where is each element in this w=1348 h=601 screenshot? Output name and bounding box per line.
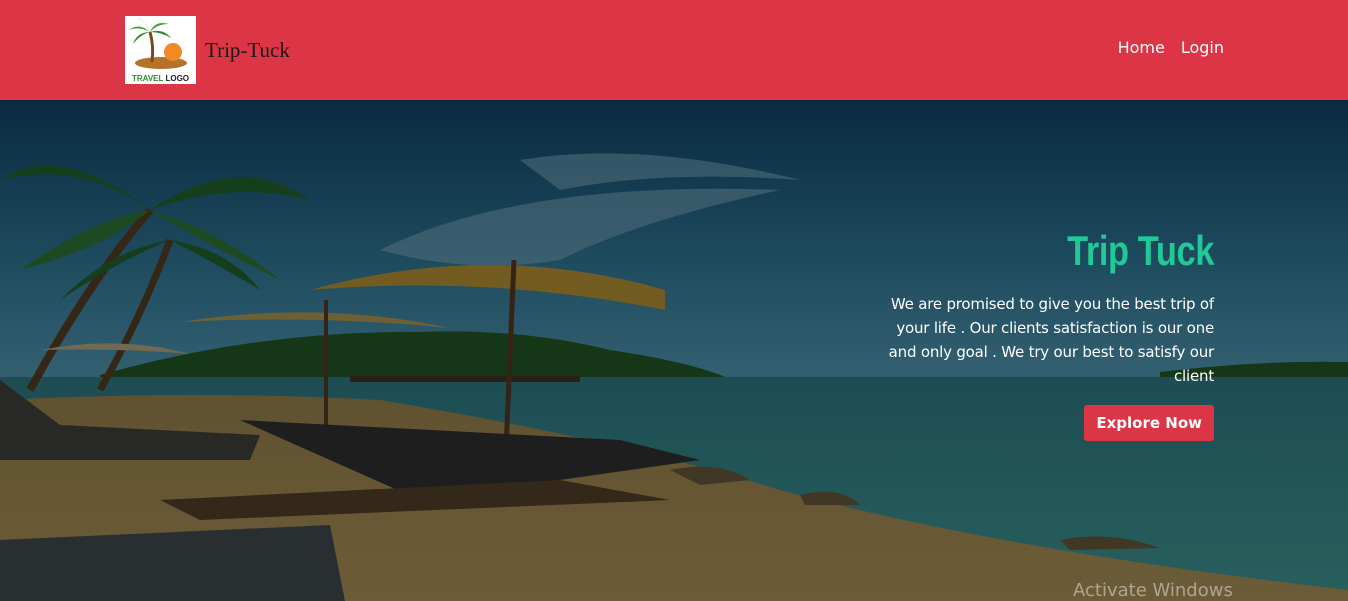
travel-logo-image[interactable]: TRAVEL LOGO: [125, 16, 196, 84]
nav-link-login[interactable]: Login: [1181, 38, 1224, 57]
hero-section: Trip Tuck We are promised to give you th…: [0, 100, 1348, 601]
explore-now-button[interactable]: Explore Now: [1084, 405, 1214, 441]
hero-description: We are promised to give you the best tri…: [888, 295, 1215, 385]
logo-text-logo: LOGO: [165, 74, 190, 83]
activate-windows-watermark: Activate Windows: [1073, 580, 1233, 601]
nav-links: Home Login: [1118, 38, 1224, 57]
navbar: TRAVEL LOGO Trip-Tuck Home Login: [0, 0, 1348, 100]
hero-content: Trip Tuck We are promised to give you th…: [874, 226, 1214, 441]
logo-text-travel: TRAVEL: [131, 74, 164, 83]
nav-link-home[interactable]: Home: [1118, 38, 1165, 57]
brand-name[interactable]: Trip-Tuck: [205, 38, 290, 63]
logo-text: TRAVEL LOGO: [125, 74, 196, 83]
brand[interactable]: TRAVEL LOGO Trip-Tuck: [125, 16, 290, 84]
hero-title: Trip Tuck: [1067, 227, 1214, 274]
